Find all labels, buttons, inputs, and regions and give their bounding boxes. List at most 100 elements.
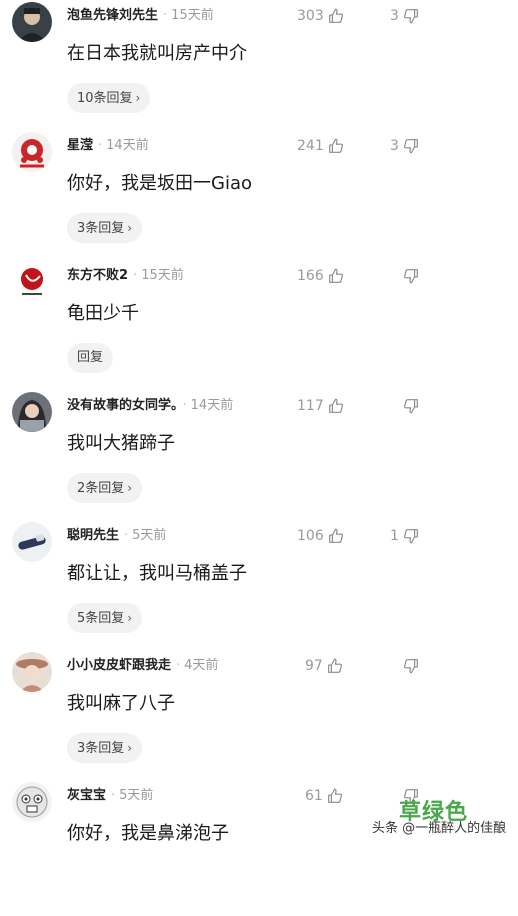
reply-label: 回复 [77,350,104,365]
username[interactable]: 小小皮皮虾跟我走 [67,658,171,673]
thumb-down-icon [402,397,420,415]
comment-item: 星滢 · 14天前 241 3 你好，我是坂田一Giao 3条回复 › [0,132,518,266]
dislike-button[interactable]: 1 [390,526,420,546]
comment-item: 东方不败2 · 15天前 166 龟田少千回复 [0,262,518,396]
chevron-right-icon: › [127,741,133,755]
dislike-button[interactable] [390,396,420,416]
avatar[interactable] [12,522,52,562]
like-count: 166 [297,268,324,284]
like-count: 241 [297,138,324,154]
like-count: 97 [305,658,323,674]
like-button[interactable]: 97 [305,656,344,676]
timestamp: 5天前 [132,528,167,543]
reply-label: 3条回复 [77,221,125,236]
dislike-count: 3 [390,138,399,154]
avatar[interactable] [12,392,52,432]
like-count: 61 [305,788,323,804]
comment-text: 我叫麻了八子 [67,693,175,714]
like-count: 117 [297,398,324,414]
thumb-up-icon [327,267,345,285]
comment-header: 没有故事的女同学。 · 14天前 [67,396,233,416]
timestamp: 4天前 [184,658,219,673]
username[interactable]: 东方不败2 [67,268,128,283]
like-count: 303 [297,8,324,24]
like-button[interactable]: 303 [297,6,345,26]
thumb-up-icon [327,527,345,545]
reply-label: 3条回复 [77,741,125,756]
comment-header: 泡鱼先锋刘先生 · 15天前 [67,6,214,26]
thumb-up-icon [327,7,345,25]
reply-label: 2条回复 [77,481,125,496]
thumb-down-icon [402,527,420,545]
reply-label: 10条回复 [77,91,133,106]
comment-header: 聪明先生 · 5天前 [67,526,166,546]
comment-item: 泡鱼先锋刘先生 · 15天前 303 3 在日本我就叫房产中介 10条回复 › [0,2,518,136]
avatar[interactable] [12,782,52,822]
comment-text: 都让让，我叫马桶盖子 [67,563,247,584]
watermark-source: 头条 @一瓶醉人的佳酿 [372,821,507,836]
like-button[interactable]: 166 [297,266,345,286]
dislike-button[interactable] [390,266,420,286]
avatar[interactable] [12,262,52,302]
thumb-down-icon [402,7,420,25]
comment-header: 灰宝宝 · 5天前 [67,786,153,806]
like-button[interactable]: 106 [297,526,345,546]
like-button[interactable]: 117 [297,396,345,416]
timestamp: 15天前 [171,8,214,23]
avatar[interactable] [12,2,52,42]
chevron-right-icon: › [127,221,133,235]
separator-dot: · [182,398,187,413]
dislike-button[interactable]: 3 [390,136,420,156]
comment-header: 小小皮皮虾跟我走 · 4天前 [67,656,218,676]
chevron-right-icon: › [127,611,133,625]
username[interactable]: 灰宝宝 [67,788,106,803]
comment-text: 龟田少千 [67,303,139,324]
view-replies-button[interactable]: 3条回复 › [67,213,143,243]
timestamp: 5天前 [119,788,154,803]
username[interactable]: 没有故事的女同学。 [67,398,178,413]
like-button[interactable]: 241 [297,136,345,156]
username[interactable]: 泡鱼先锋刘先生 [67,8,158,23]
like-button[interactable]: 61 [305,786,344,806]
username[interactable]: 星滢 [67,138,93,153]
dislike-count: 3 [390,8,399,24]
dislike-count: 1 [390,528,399,544]
thumb-down-icon [402,267,420,285]
thumb-down-icon [402,137,420,155]
username[interactable]: 聪明先生 [67,528,119,543]
thumb-up-icon [327,137,345,155]
comment-text: 你好，我是坂田一Giao [67,173,252,194]
separator-dot: · [133,268,138,283]
thumb-up-icon [326,787,344,805]
comment-text: 我叫大猪蹄子 [67,433,175,454]
separator-dot: · [124,528,129,543]
dislike-button[interactable]: 3 [390,6,420,26]
comment-text: 在日本我就叫房产中介 [67,43,247,64]
view-replies-button[interactable]: 5条回复 › [67,603,143,633]
comment-text: 你好，我是鼻涕泡子 [67,823,229,844]
thumb-down-icon [402,657,420,675]
chevron-right-icon: › [127,481,133,495]
view-replies-button[interactable]: 回复 [67,343,114,373]
view-replies-button[interactable]: 10条回复 › [67,83,151,113]
comment-header: 东方不败2 · 15天前 [67,266,184,286]
thumb-up-icon [326,657,344,675]
like-count: 106 [297,528,324,544]
reply-label: 5条回复 [77,611,125,626]
timestamp: 14天前 [106,138,149,153]
avatar[interactable] [12,132,52,172]
comment-header: 星滢 · 14天前 [67,136,149,156]
timestamp: 14天前 [190,398,234,413]
avatar[interactable] [12,652,52,692]
separator-dot: · [111,788,116,803]
view-replies-button[interactable]: 3条回复 › [67,733,143,763]
thumb-up-icon [327,397,345,415]
separator-dot: · [176,658,181,673]
comment-item: 小小皮皮虾跟我走 · 4天前 97 我叫麻了八子 3条回复 › [0,652,518,786]
comment-item: 聪明先生 · 5天前 106 1 都让让，我叫马桶盖子 5条回复 › [0,522,518,656]
separator-dot: · [98,138,103,153]
view-replies-button[interactable]: 2条回复 › [67,473,143,503]
separator-dot: · [163,8,168,23]
dislike-button[interactable] [390,656,420,676]
timestamp: 15天前 [141,268,184,283]
